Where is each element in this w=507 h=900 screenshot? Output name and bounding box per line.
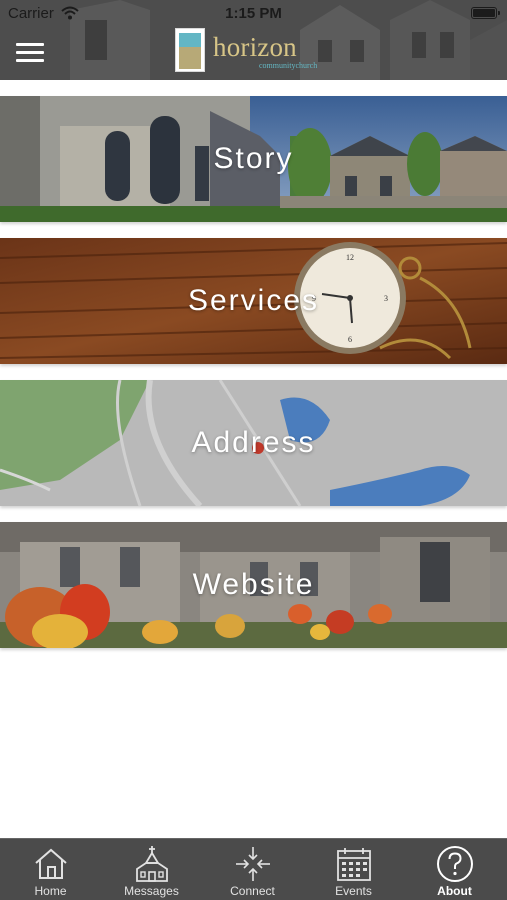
tab-events-label: Events [335,884,372,898]
app-header: Carrier 1:15 PM horizon communitychurch [0,0,507,80]
logo-wordmark: horizon [213,32,297,62]
card-address-label: Address [191,426,316,459]
card-website-label: Website [192,568,315,601]
horizon-logo: horizon communitychurch [175,28,345,74]
logo-subtitle: communitychurch [259,61,318,70]
status-bar: Carrier 1:15 PM [0,0,507,28]
tab-home-label: Home [34,884,67,898]
tab-connect[interactable]: Connect [202,839,303,900]
tab-about-label: About [437,884,472,898]
hamburger-menu-icon [16,51,44,54]
crosshair-arrows-icon [236,847,270,881]
battery-icon [471,7,500,19]
calendar-icon [337,848,371,881]
tab-home[interactable]: Home [0,839,101,900]
card-website[interactable]: Website [0,522,507,648]
logo-mark-icon [175,28,205,72]
bottom-tab-bar: Home Messages Connect Events About [0,838,507,900]
church-icon [136,846,168,882]
card-story-label: Story [213,142,294,175]
hamburger-menu-icon [16,59,44,62]
question-circle-icon [437,846,473,882]
tab-connect-label: Connect [230,884,275,898]
card-services[interactable]: 12 3 6 9 Services [0,238,507,364]
card-services-label: Services [187,284,320,317]
status-time: 1:15 PM [225,5,282,22]
menu-button[interactable] [14,40,48,66]
tab-events[interactable]: Events [303,839,404,900]
card-story[interactable]: Story [0,96,507,222]
tab-about[interactable]: About [404,839,505,900]
card-address[interactable]: Address [0,380,507,506]
tab-messages[interactable]: Messages [101,839,202,900]
tab-messages-label: Messages [124,884,179,898]
hamburger-menu-icon [16,43,44,46]
house-icon [35,848,67,879]
